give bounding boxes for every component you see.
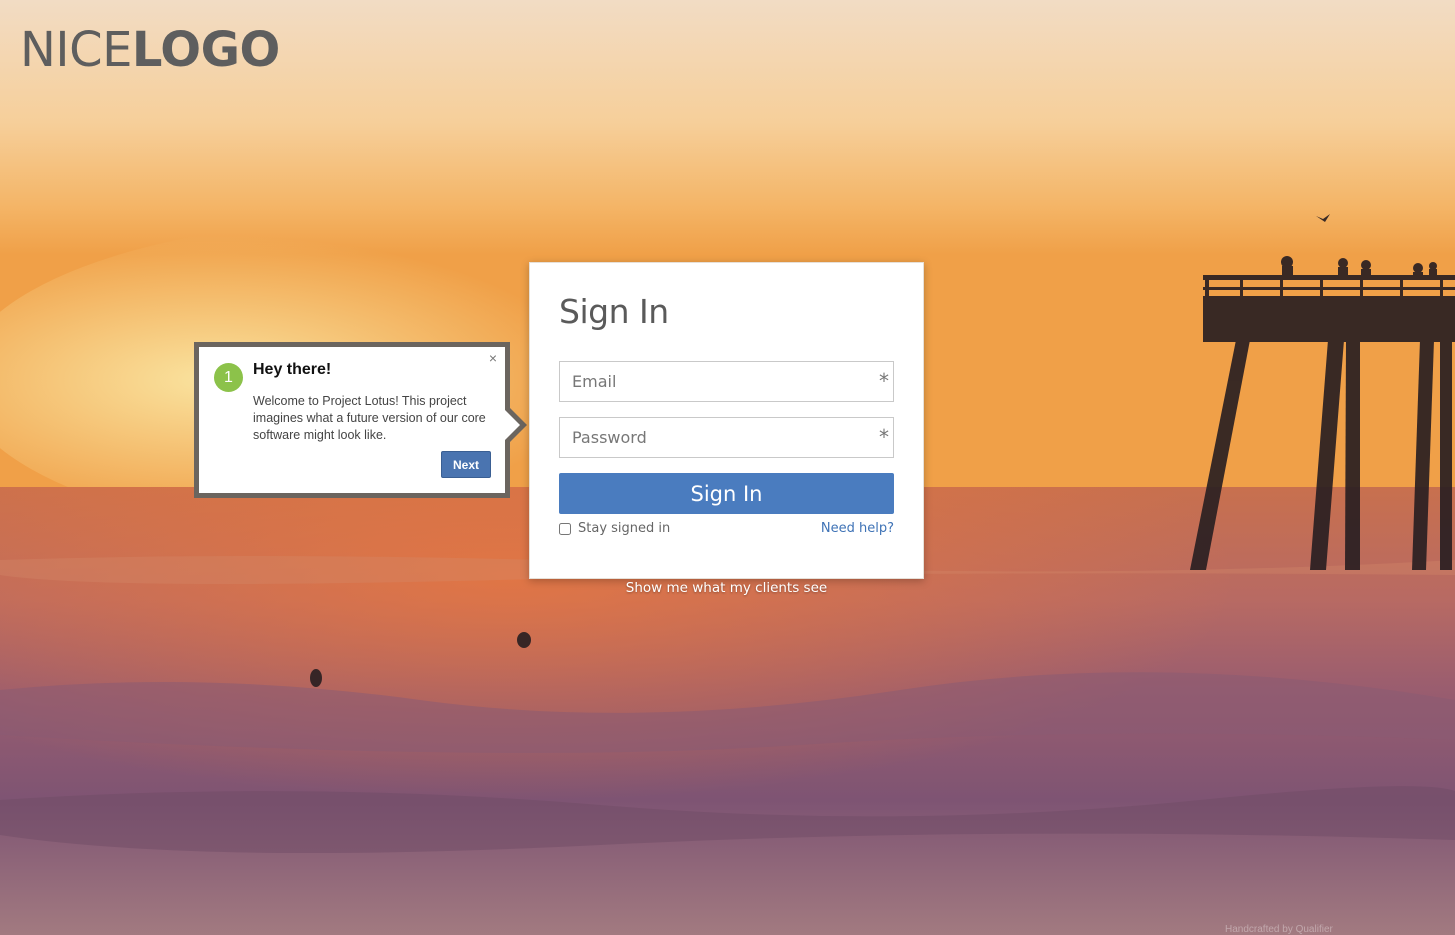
photo-credit: Handcrafted by Qualifier: [1225, 924, 1334, 935]
stay-signed-in-label: Stay signed in: [578, 521, 671, 536]
sign-in-button[interactable]: Sign In: [559, 473, 894, 514]
email-field-wrapper: *: [559, 361, 894, 402]
logo-text-bold: LOGO: [131, 22, 280, 78]
sign-in-heading: Sign In: [559, 292, 669, 331]
password-field[interactable]: [560, 418, 862, 456]
tooltip-body: Welcome to Project Lotus! This project i…: [253, 394, 486, 442]
next-button[interactable]: Next: [441, 451, 491, 478]
sign-in-card: Sign In * * Sign In Stay signed in Need …: [529, 262, 924, 579]
client-view-link[interactable]: Show me what my clients see: [529, 580, 924, 596]
email-field[interactable]: [560, 362, 862, 400]
need-help-link[interactable]: Need help?: [821, 521, 894, 536]
logo-text-light: NICE: [20, 22, 132, 78]
required-icon: *: [879, 425, 889, 449]
tooltip-pointer-fill: [504, 409, 520, 441]
stay-signed-in[interactable]: Stay signed in: [559, 521, 670, 536]
stay-signed-in-checkbox[interactable]: [559, 522, 571, 535]
tooltip-title: Hey there!: [253, 361, 332, 378]
required-icon: *: [879, 369, 889, 393]
onboarding-tooltip: 1 Hey there! × Welcome to Project Lotus!…: [194, 342, 510, 498]
step-badge: 1: [214, 363, 243, 392]
close-icon[interactable]: ×: [489, 351, 497, 365]
password-field-wrapper: *: [559, 417, 894, 458]
brand-logo[interactable]: NICELOGO: [20, 22, 280, 78]
